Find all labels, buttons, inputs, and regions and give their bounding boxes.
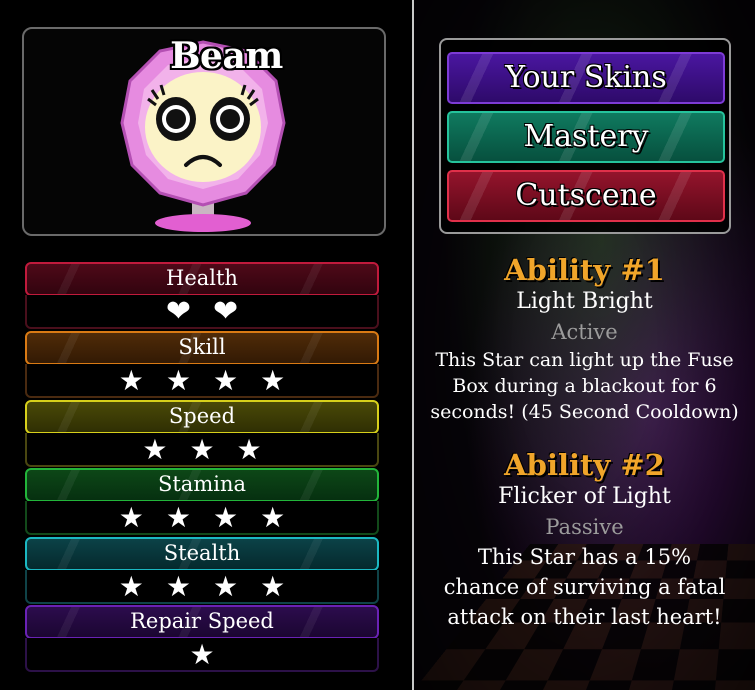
stat-label: Stamina: [157, 472, 247, 496]
stat-speed-rating: ★★★: [25, 433, 379, 467]
stat-label: Repair Speed: [130, 609, 274, 633]
heart-icon: ❤: [165, 294, 213, 329]
star-icon: ★: [260, 570, 308, 603]
stat-speed: Speed ★★★: [25, 400, 379, 467]
stat-health-rating: ❤❤: [25, 295, 379, 329]
star-icon: ★: [118, 570, 166, 603]
ability-title: Ability #2: [504, 448, 665, 482]
star-icon: ★: [213, 570, 261, 603]
star-icon: ★: [142, 433, 190, 466]
stat-stealth-rating: ★★★★: [25, 570, 379, 604]
ability-name: Flicker of Light: [498, 484, 671, 509]
stat-stamina-rating: ★★★★: [25, 501, 379, 535]
character-name: Beam: [170, 35, 283, 77]
star-icon: ★: [165, 501, 213, 534]
stat-label: Health: [166, 266, 238, 290]
menu-panel: Your Skins Mastery Cutscene: [439, 38, 731, 234]
ability-description: This Star has a 15% chance of surviving …: [443, 545, 726, 629]
cutscene-label: Cutscene: [515, 178, 657, 213]
stat-repair-speed-rating: ★: [25, 638, 379, 672]
stat-label: Stealth: [163, 541, 241, 565]
stat-label: Speed: [168, 404, 236, 428]
ability-2: Ability #2 Flicker of Light Passive This…: [414, 448, 755, 632]
star-icon: ★: [260, 501, 308, 534]
your-skins-label: Your Skins: [505, 60, 667, 95]
star-icon: ★: [236, 433, 284, 466]
star-icon: ★: [260, 364, 308, 397]
star-icon: ★: [189, 433, 237, 466]
mastery-label: Mastery: [523, 119, 649, 154]
stat-skill: Skill ★★★★: [25, 331, 379, 398]
stat-repair-speed: Repair Speed ★: [25, 605, 379, 672]
ability-type: Passive: [545, 515, 624, 539]
ability-title: Ability #1: [504, 253, 665, 287]
your-skins-button[interactable]: Your Skins: [447, 52, 725, 104]
heart-icon: ❤: [213, 294, 261, 329]
stat-label: Skill: [178, 335, 226, 359]
star-icon: ★: [189, 638, 237, 671]
stat-skill-rating: ★★★★: [25, 364, 379, 398]
star-icon: ★: [118, 501, 166, 534]
ability-1: Ability #1 Light Bright Active This Star…: [414, 253, 755, 425]
character-portrait-frame: Beam: [22, 27, 386, 236]
ability-type: Active: [551, 320, 618, 344]
ability-description: This Star can light up the Fuse Box duri…: [430, 349, 739, 423]
star-icon: ★: [118, 364, 166, 397]
star-icon: ★: [213, 501, 261, 534]
cutscene-button[interactable]: Cutscene: [447, 170, 725, 222]
stat-health: Health ❤❤: [25, 262, 379, 329]
star-icon: ★: [213, 364, 261, 397]
star-icon: ★: [165, 570, 213, 603]
star-icon: ★: [165, 364, 213, 397]
ability-name: Light Bright: [516, 289, 653, 314]
stat-stamina: Stamina ★★★★: [25, 468, 379, 535]
character-panel: Beam Health ❤❤ Skill ★★★★ Speed ★★★ Stam…: [0, 0, 412, 690]
mastery-button[interactable]: Mastery: [447, 111, 725, 163]
stat-stealth: Stealth ★★★★: [25, 537, 379, 604]
